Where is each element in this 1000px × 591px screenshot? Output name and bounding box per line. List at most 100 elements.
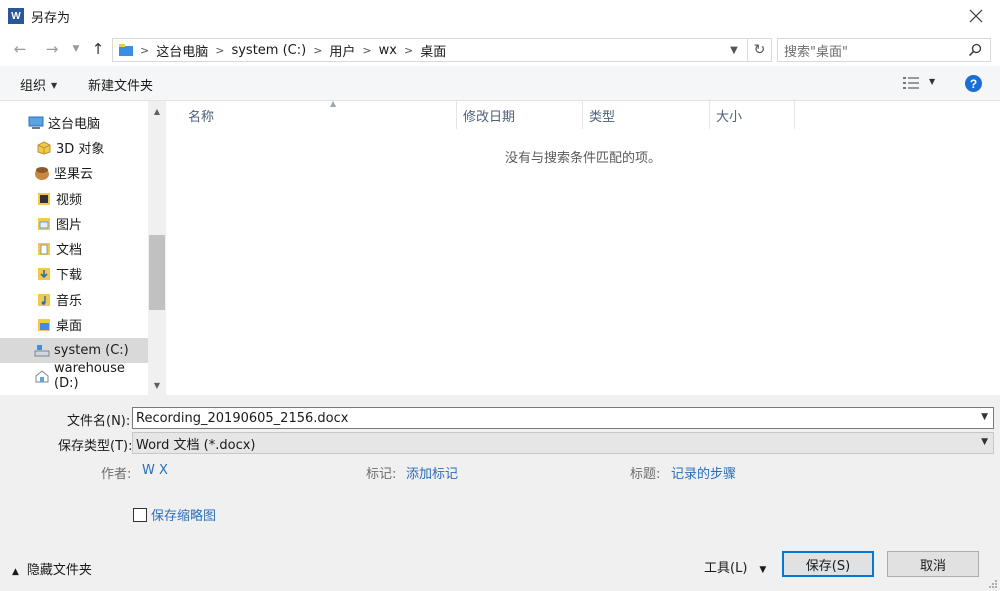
breadcrumb-system-c[interactable]: system (C:)	[231, 43, 306, 58]
folder-icon	[119, 44, 133, 56]
nav-item-label: 文档	[56, 243, 83, 258]
3d-objects-icon	[36, 140, 52, 156]
drive-c-icon	[34, 343, 50, 359]
save-button[interactable]: 保存(S)	[782, 551, 874, 577]
view-options-icon[interactable]	[903, 76, 919, 90]
forward-arrow-icon: →	[45, 40, 59, 58]
search-input[interactable]: 搜索"桌面"	[777, 38, 991, 62]
chevron-right-icon[interactable]: >	[404, 44, 413, 57]
caret-down-icon: ▼	[51, 81, 58, 90]
nav-item-label: warehouse (D:)	[54, 360, 125, 391]
nav-item-label: 图片	[56, 218, 83, 233]
nav-item-nutstore[interactable]: 坚果云	[0, 160, 148, 185]
tools-menu[interactable]: 工具(L) ▼	[704, 557, 766, 576]
column-header-label: 名称	[188, 109, 215, 125]
nav-item-downloads[interactable]: 下载	[0, 261, 148, 286]
chevron-down-icon: ▼	[981, 437, 988, 447]
scroll-down-button[interactable]: ▼	[148, 377, 166, 393]
nav-item-label: 这台电脑	[48, 117, 101, 132]
music-icon	[36, 292, 52, 308]
address-history-dropdown[interactable]: ▼	[727, 43, 741, 57]
save-options-panel: 文件名(N): Recording_20190605_2156.docx ▼ 保…	[0, 395, 1000, 591]
nav-item-3d-objects[interactable]: 3D 对象	[0, 135, 148, 160]
close-icon	[969, 9, 983, 23]
up-button[interactable]: ↑	[88, 39, 108, 59]
nav-item-label: 视频	[56, 193, 83, 208]
nav-item-system-c[interactable]: system (C:)	[0, 338, 148, 363]
word-app-icon: W	[8, 8, 24, 24]
nav-item-label: 坚果云	[54, 167, 94, 182]
close-button[interactable]	[964, 4, 988, 28]
tags-label: 标记:	[366, 467, 397, 482]
nav-item-desktop[interactable]: 桌面	[0, 312, 148, 337]
nav-item-videos[interactable]: 视频	[0, 186, 148, 211]
address-row: ← → ▼ ↑ > 这台电脑 > system (C:) > 用户 > wx >…	[0, 32, 1000, 66]
search-icon[interactable]	[968, 43, 982, 57]
column-header-name[interactable]: ▲ 名称	[182, 99, 457, 129]
scroll-thumb[interactable]	[149, 235, 165, 310]
organize-label: 组织	[20, 79, 47, 94]
address-bar[interactable]: > 这台电脑 > system (C:) > 用户 > wx > 桌面 ▼ ↻	[112, 38, 772, 62]
breadcrumb-desktop[interactable]: 桌面	[420, 41, 446, 60]
nav-item-label: 桌面	[56, 319, 83, 334]
refresh-icon: ↻	[753, 42, 766, 58]
column-header-type[interactable]: 类型	[583, 101, 710, 129]
forward-button[interactable]: →	[42, 39, 62, 59]
empty-results-message: 没有与搜索条件匹配的项。	[504, 151, 661, 166]
desktop-icon	[36, 317, 52, 333]
filetype-select[interactable]: Word 文档 (*.docx) ▼	[132, 432, 994, 454]
chevron-down-icon[interactable]: ▼	[981, 412, 988, 422]
drive-d-icon	[34, 368, 50, 384]
title-label: 标题:	[630, 467, 661, 482]
chevron-right-icon[interactable]: >	[362, 44, 371, 57]
chevron-right-icon[interactable]: >	[140, 44, 149, 57]
chevron-right-icon[interactable]: >	[215, 44, 224, 57]
nav-item-this-pc[interactable]: 这台电脑	[0, 110, 148, 135]
nav-item-music[interactable]: 音乐	[0, 287, 148, 312]
save-thumbnail-label[interactable]: 保存缩略图	[151, 505, 216, 524]
tags-field[interactable]: 添加标记	[406, 463, 458, 482]
cancel-button[interactable]: 取消	[887, 551, 979, 577]
breadcrumb-wx[interactable]: wx	[379, 43, 397, 58]
resize-grip-icon[interactable]	[988, 579, 998, 589]
chevron-right-icon[interactable]: >	[313, 44, 322, 57]
command-bar: 组织 ▼ 新建文件夹 ▼ ?	[0, 66, 1000, 101]
hide-folders-toggle[interactable]: ▲ 隐藏文件夹	[12, 559, 92, 578]
nav-item-documents[interactable]: 文档	[0, 236, 148, 261]
refresh-button[interactable]: ↻	[747, 39, 771, 61]
help-icon[interactable]: ?	[965, 75, 982, 92]
author-label: 作者:	[101, 467, 132, 482]
videos-icon	[36, 191, 52, 207]
caret-down-icon: ▼	[759, 565, 767, 575]
file-list[interactable]: ▲ 名称 修改日期 类型 大小 没有与搜索条件匹配的项。	[166, 99, 1000, 395]
breadcrumb-users[interactable]: 用户	[329, 41, 355, 60]
title-bar: W 另存为	[0, 0, 1000, 32]
nav-item-pictures[interactable]: 图片	[0, 211, 148, 236]
filename-value: Recording_20190605_2156.docx	[136, 410, 349, 426]
nav-scrollbar[interactable]: ▲ ▼	[148, 101, 166, 395]
title-field[interactable]: 记录的步骤	[671, 463, 736, 482]
downloads-icon	[36, 266, 52, 282]
scroll-up-button[interactable]: ▲	[148, 103, 166, 119]
nav-item-warehouse-d[interactable]: warehouse (D:)	[0, 360, 148, 391]
recent-locations-button[interactable]: ▼	[66, 39, 86, 59]
author-field[interactable]: W X	[142, 463, 168, 478]
tools-label: 工具(L)	[704, 561, 748, 576]
breadcrumb-this-pc[interactable]: 这台电脑	[156, 41, 208, 60]
filename-input[interactable]: Recording_20190605_2156.docx ▼	[132, 407, 994, 429]
pictures-icon	[36, 216, 52, 232]
navigation-tree: 这台电脑 3D 对象 坚果云 视频 图片 文档 下载 音乐 桌面 system …	[0, 101, 148, 395]
column-header-size[interactable]: 大小	[710, 101, 795, 129]
nav-item-label: 3D 对象	[56, 142, 105, 157]
back-button[interactable]: ←	[10, 39, 30, 59]
save-thumbnail-checkbox[interactable]	[133, 508, 147, 522]
nav-item-label: 音乐	[56, 294, 83, 309]
new-folder-button[interactable]: 新建文件夹	[88, 75, 153, 94]
view-dropdown[interactable]: ▼	[929, 77, 935, 86]
organize-menu[interactable]: 组织 ▼	[20, 75, 57, 94]
chevron-up-icon: ▲	[12, 567, 19, 577]
column-header-date-modified[interactable]: 修改日期	[457, 101, 583, 129]
chevron-up-icon: ▲	[153, 106, 161, 116]
computer-icon	[28, 115, 44, 131]
hide-folders-label: 隐藏文件夹	[26, 563, 92, 578]
